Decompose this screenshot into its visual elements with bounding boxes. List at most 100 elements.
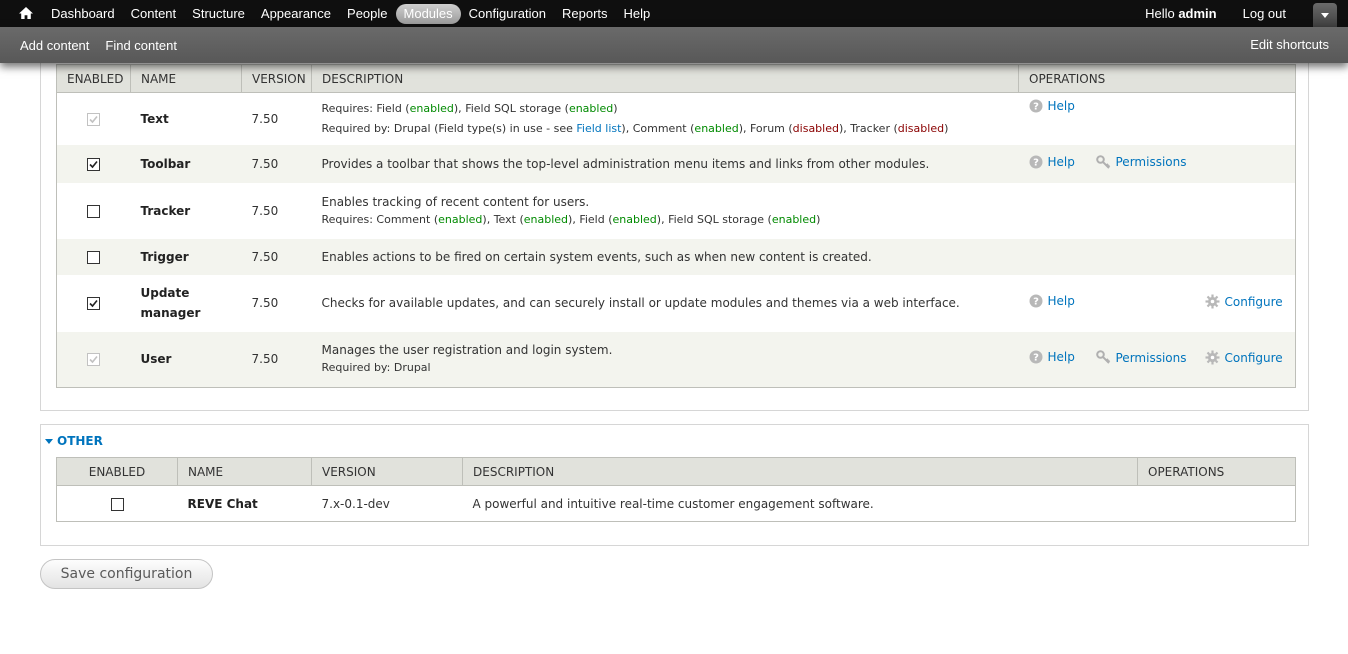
enable-checkbox-text	[87, 112, 101, 126]
module-row-user: User 7.50 Manages the user registration …	[56, 331, 1296, 388]
save-configuration-button[interactable]: Save configuration	[40, 559, 213, 589]
core-modules-table: ENABLED NAME VERSION DESCRIPTION OPERATI…	[56, 64, 1296, 388]
module-description: Requires: Field (enabled), Field SQL sto…	[311, 92, 1019, 145]
permissions-link-toolbar[interactable]: Permissions	[1095, 154, 1187, 170]
help-link-update-manager[interactable]: ? Help	[1029, 294, 1075, 308]
enable-checkbox-tracker[interactable]	[87, 204, 101, 218]
help-link-toolbar[interactable]: ? Help	[1029, 155, 1075, 169]
help-label: Help	[1047, 154, 1075, 169]
logout-link[interactable]: Log out	[1243, 6, 1286, 21]
module-version: 7.x-0.1-dev	[311, 485, 463, 522]
dep-name: Tracker	[850, 121, 890, 135]
enable-checkbox-update-manager[interactable]	[87, 297, 101, 310]
svg-text:?: ?	[1033, 297, 1039, 308]
help-icon: ?	[1029, 99, 1042, 113]
operations: ? Help	[1029, 99, 1286, 117]
collapse-triangle-icon	[45, 439, 53, 444]
module-name-line2: manager	[140, 306, 201, 320]
menu-content[interactable]: Content	[123, 4, 185, 24]
dep-status-enabled: enabled	[409, 101, 454, 115]
header-description: DESCRIPTION	[462, 457, 1138, 486]
header-operations: OPERATIONS	[1137, 457, 1296, 486]
menu-configuration[interactable]: Configuration	[461, 4, 554, 24]
requires-label: Requires:	[321, 212, 377, 226]
required-by-suffix: ),	[621, 121, 633, 135]
required-by-line: Required by: Drupal	[321, 361, 431, 375]
help-link-user[interactable]: ? Help	[1029, 350, 1075, 364]
header-name[interactable]: NAME	[130, 64, 242, 93]
operations: ? Help Permissions Configure	[1029, 350, 1286, 368]
dep-status-enabled: enabled	[568, 101, 614, 115]
enabled-cell	[56, 238, 131, 275]
checkmark-icon	[89, 160, 98, 168]
dep-status-enabled: enabled	[612, 212, 657, 226]
header-enabled[interactable]: ENABLED	[56, 64, 131, 93]
menu-appearance[interactable]: Appearance	[253, 4, 339, 24]
fieldset-legend-other[interactable]: OTHER	[45, 434, 103, 448]
dep-status-enabled: enabled	[771, 212, 817, 226]
home-icon[interactable]	[18, 5, 34, 21]
dep-name: Field	[376, 101, 402, 115]
enabled-cell	[56, 485, 178, 522]
operations-cell	[1018, 238, 1296, 275]
configure-link-update-manager[interactable]: Configure	[1205, 294, 1283, 309]
menu-help[interactable]: Help	[616, 4, 659, 24]
required-by-prefix: Required by: Drupal (Field type(s) in us…	[321, 121, 577, 135]
header-enabled[interactable]: ENABLED	[56, 457, 178, 486]
key-icon	[1095, 154, 1110, 169]
menu-reports[interactable]: Reports	[554, 4, 616, 24]
module-version: 7.50	[241, 331, 312, 388]
edit-shortcuts-link[interactable]: Edit shortcuts	[1250, 27, 1329, 63]
module-row-toolbar: Toolbar 7.50 Provides a toolbar that sho…	[56, 144, 1296, 183]
shortcut-find-content[interactable]: Find content	[97, 38, 185, 53]
gear-icon	[1205, 294, 1219, 309]
enabled-cell	[56, 331, 131, 388]
menu-people[interactable]: People	[339, 4, 395, 24]
module-name-cell: Update manager	[130, 274, 242, 332]
admin-toolbar: Dashboard Content Structure Appearance P…	[0, 0, 1348, 63]
enable-checkbox-trigger[interactable]	[87, 250, 101, 264]
menu-structure[interactable]: Structure	[184, 4, 253, 24]
module-version: 7.50	[241, 182, 312, 239]
help-label: Help	[1047, 350, 1075, 365]
shortcuts-toggle-button[interactable]	[1313, 3, 1337, 28]
permissions-label: Permissions	[1115, 155, 1187, 169]
permissions-link-user[interactable]: Permissions	[1095, 350, 1187, 365]
enable-checkbox-toolbar[interactable]	[87, 157, 101, 171]
enable-checkbox-reve-chat[interactable]	[110, 497, 124, 511]
svg-text:?: ?	[1033, 157, 1039, 168]
toolbar-menu: Dashboard Content Structure Appearance P…	[43, 0, 658, 27]
shortcut-add-content[interactable]: Add content	[12, 38, 97, 53]
description-text: A powerful and intuitive real-time custo…	[472, 496, 874, 511]
configure-label: Configure	[1224, 294, 1283, 309]
help-link-text[interactable]: ? Help	[1029, 99, 1075, 113]
description-text: Enables tracking of recent content for u…	[321, 194, 590, 209]
checkmark-icon	[89, 115, 98, 123]
field-list-link[interactable]: Field list	[576, 122, 621, 135]
module-name-cell: Trigger	[130, 238, 242, 275]
user-name[interactable]: admin	[1178, 6, 1216, 21]
module-name: Tracker	[140, 203, 191, 218]
hello-user: Hello admin	[1145, 6, 1217, 21]
operations-cell: ? Help Configure	[1018, 274, 1296, 332]
configure-link-user[interactable]: Configure	[1205, 350, 1283, 365]
description-text: Enables actions to be fired on certain s…	[321, 249, 872, 264]
description-text: Checks for available updates, and can se…	[321, 296, 960, 310]
header-name[interactable]: NAME	[177, 457, 312, 486]
configure-label: Configure	[1224, 350, 1283, 365]
other-modules-fieldset: OTHER ENABLED NAME VERSION DESCRIPTION O…	[40, 424, 1309, 546]
module-description: Checks for available updates, and can se…	[311, 274, 1019, 332]
module-description: Manages the user registration and login …	[311, 331, 1019, 388]
dep-name: Field	[579, 212, 605, 226]
gear-icon	[1205, 350, 1219, 365]
module-row-reve-chat: REVE Chat 7.x-0.1-dev A powerful and int…	[56, 485, 1296, 522]
menu-modules[interactable]: Modules	[395, 3, 461, 24]
checkmark-icon	[89, 299, 98, 308]
hello-prefix: Hello	[1145, 6, 1179, 21]
menu-dashboard[interactable]: Dashboard	[43, 4, 123, 24]
requires-line: Requires: Comment (enabled), Text (enabl…	[321, 212, 821, 226]
module-name: Trigger	[140, 249, 189, 264]
module-description: Provides a toolbar that shows the top-le…	[311, 144, 1019, 183]
permissions-label: Permissions	[1115, 350, 1187, 365]
module-version: 7.50	[241, 92, 312, 145]
